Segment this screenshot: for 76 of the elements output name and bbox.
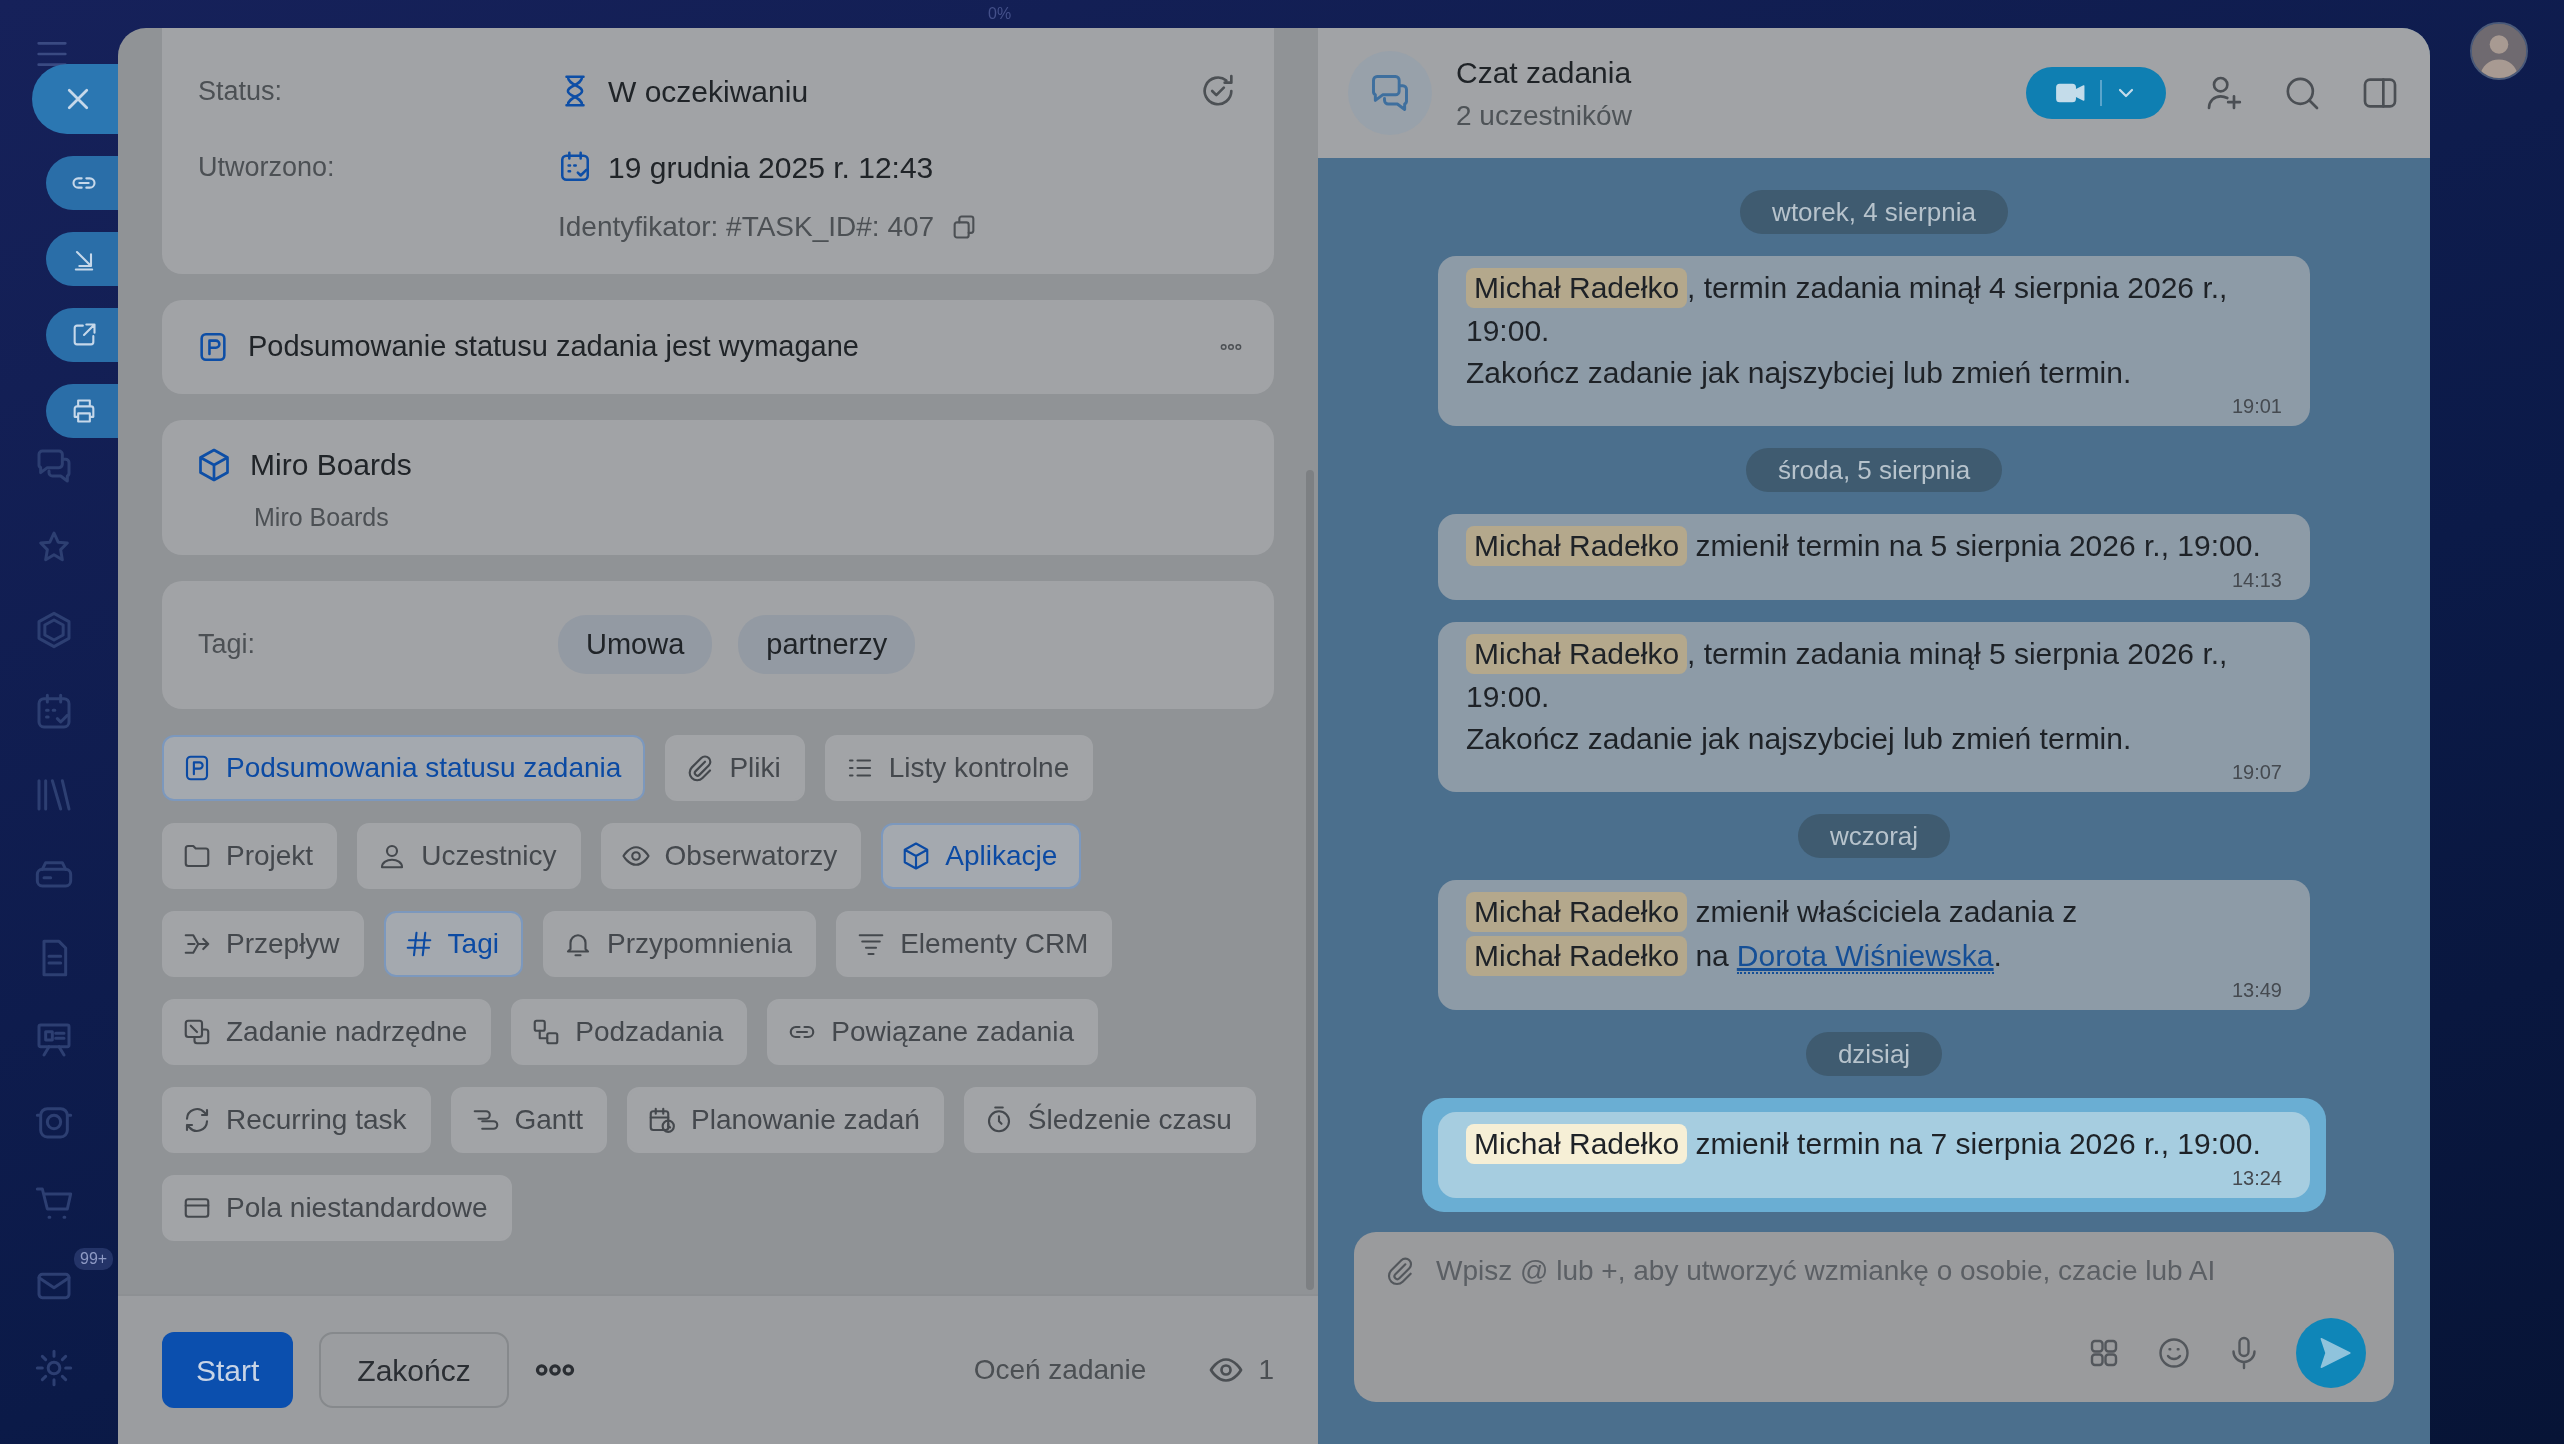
app-title: Miro Boards — [250, 447, 412, 483]
tag-chip[interactable]: partnerzy — [738, 614, 916, 675]
section-toggle[interactable]: Zadanie nadrzędne — [162, 998, 492, 1065]
message-time: 19:07 — [2230, 760, 2282, 784]
section-toggle[interactable]: Przypomnienia — [542, 910, 817, 977]
start-button[interactable]: Start — [162, 1332, 294, 1408]
message-time: 19:01 — [2230, 394, 2282, 418]
mention-chip[interactable]: Michał Radełko — [1466, 268, 1688, 308]
date-separator: dzisiaj — [1805, 1032, 1943, 1076]
section-toggle[interactable]: Podsumowania statusu zadania — [162, 734, 646, 801]
message-text: , termin zadania minął 4 sierpnia 2026 r., — [1687, 271, 2228, 304]
close-button[interactable] — [32, 64, 118, 134]
field-label: Utworzono: — [198, 150, 336, 184]
emoji-icon[interactable] — [2156, 1335, 2192, 1371]
video-call-button[interactable] — [2026, 67, 2166, 119]
mention-chip[interactable]: Michał Radełko — [1466, 1124, 1688, 1164]
user-avatar[interactable] — [2470, 22, 2528, 80]
section-toggle[interactable]: Pliki — [665, 734, 805, 801]
message-text: . — [1993, 939, 2002, 972]
date-separator: wtorek, 4 sierpnia — [1740, 190, 2008, 234]
section-toggle[interactable]: Obserwatorzy — [600, 822, 862, 889]
message-text: zmienił termin na 5 sierpnia 2026 r., 19:00. — [1694, 529, 2261, 562]
mention-chip[interactable]: Michał Radełko — [1466, 936, 1688, 976]
download-button[interactable] — [46, 232, 118, 286]
message-text: na — [1694, 939, 1729, 972]
settings-icon[interactable] — [34, 1348, 74, 1388]
section-toggle[interactable]: Recurring task — [162, 1086, 431, 1153]
app-subtitle: Miro Boards — [253, 502, 390, 533]
cube-icon — [196, 446, 232, 483]
field-value: W oczekiwaniu — [608, 73, 809, 110]
mention-chip[interactable]: Michał Radełko — [1466, 634, 1688, 674]
notice-text: Podsumowanie statusu zadania jest wymagane — [248, 329, 859, 365]
date-separator: środa, 5 sierpnia — [1745, 448, 2003, 492]
section-toggle[interactable]: Przepływ — [162, 910, 364, 977]
section-toggle[interactable]: Aplikacje — [881, 822, 1082, 889]
section-toggle[interactable]: Tagi — [383, 910, 523, 977]
chat-title: Czat zadania — [1456, 54, 1632, 91]
field-label: Tagi: — [198, 628, 257, 662]
message-text: zmienił właściciela zadania z — [1694, 895, 2078, 928]
section-toggle[interactable]: Gantt — [450, 1086, 607, 1153]
message-text: , termin zadania minął 5 sierpnia 2026 r., — [1687, 637, 2228, 670]
mention-chip[interactable]: Michał Radełko — [1466, 526, 1688, 566]
message-time: 14:13 — [2230, 568, 2282, 592]
message-text: Zakończ zadanie jak najszybciej lub zmień termin. — [1466, 722, 2132, 755]
participant-count: 2 uczestników — [1456, 98, 1632, 133]
message-time: 13:49 — [2230, 978, 2282, 1002]
section-toggle[interactable]: Planowanie zadań — [627, 1086, 944, 1153]
section-toggle[interactable]: Projekt — [162, 822, 338, 889]
message-text: 19:00. — [1466, 680, 1550, 713]
section-toggle[interactable]: Uczestnicy — [357, 822, 581, 889]
task-identifier: Identyfikator: #TASK_ID#: 407 — [558, 210, 935, 244]
open-external-button[interactable] — [46, 308, 118, 362]
message-text: 19:00. — [1466, 314, 1550, 347]
field-value: 19 grudnia 2025 r. 12:43 — [608, 149, 934, 186]
count-badge: 99+ — [74, 1248, 114, 1270]
field-label: Status: — [198, 74, 284, 108]
link-button[interactable] — [46, 156, 118, 210]
print-button[interactable] — [46, 384, 118, 438]
user-link[interactable]: Dorota Wiśniewska — [1736, 939, 1994, 974]
section-toggle[interactable]: Powiązane zadania — [767, 998, 1099, 1065]
section-toggle[interactable]: Elementy CRM — [836, 910, 1113, 977]
section-toggle[interactable]: Listy kontrolne — [824, 734, 1094, 801]
mention-chip[interactable]: Michał Radełko — [1466, 892, 1688, 932]
rate-task-link[interactable]: Oceń zadanie — [973, 1349, 1147, 1391]
message-text: zmienił termin na 7 sierpnia 2026 r., 19:00. — [1694, 1127, 2261, 1160]
section-toggle[interactable]: Pola niestandardowe — [162, 1174, 512, 1241]
message-time: 13:24 — [2230, 1166, 2282, 1190]
section-toggle[interactable]: Śledzenie czasu — [963, 1086, 1256, 1153]
finish-button[interactable]: Zakończ — [319, 1332, 509, 1408]
message-text: Zakończ zadanie jak najszybciej lub zmień termin. — [1466, 356, 2132, 389]
viewer-count: 1 — [1258, 1353, 1274, 1387]
section-toggle[interactable]: Podzadania — [511, 998, 748, 1065]
calendar-icon — [558, 150, 592, 184]
date-separator: wczoraj — [1797, 814, 1951, 858]
message-input[interactable]: Wpisz @ lub +, aby utworzyć wzmiankę o osobie, czacie lub AI — [1436, 1250, 2366, 1292]
tag-chip[interactable]: Umowa — [558, 614, 713, 675]
